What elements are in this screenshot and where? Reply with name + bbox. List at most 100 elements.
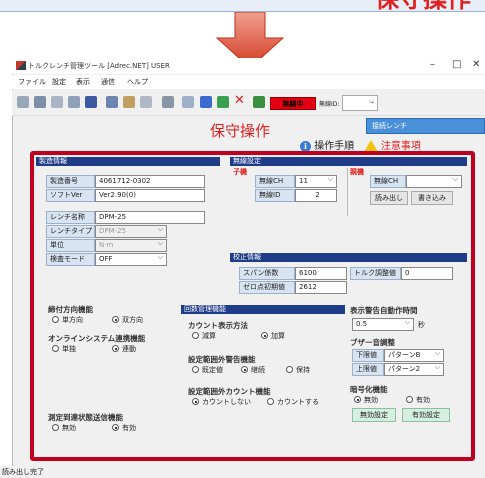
unit-label: 単位 — [46, 239, 95, 252]
lower-limit-label: 下限値 — [352, 349, 384, 362]
wireless-id-select[interactable]: - — [342, 94, 378, 111]
menu-help[interactable]: ヘルプ — [127, 77, 148, 87]
radio-bi-direction[interactable]: 双方向 — [112, 315, 143, 325]
radio-encrypt-off[interactable]: 無効 — [354, 395, 378, 405]
radio-add[interactable]: 加算 — [261, 331, 285, 341]
window-title: トルクレンチ管理ツール [Adrec.NET] USER — [28, 62, 170, 70]
parent-unit-label: 親機 — [350, 168, 364, 176]
read-button[interactable]: 読み出し — [370, 191, 408, 205]
upload-icon[interactable] — [217, 96, 229, 108]
user-icon[interactable] — [140, 96, 152, 108]
radio-icon — [52, 316, 59, 323]
serial-label: 製造番号 — [46, 175, 95, 188]
wireless-ch-label: 無線CH — [255, 175, 295, 188]
radio-linked[interactable]: 連動 — [112, 344, 136, 354]
zero-point-input[interactable]: 2612 — [295, 281, 347, 294]
wireless-id-input[interactable]: 2 — [295, 189, 337, 202]
upper-limit-label: 上限値 — [352, 363, 384, 376]
wrench-type-select[interactable]: DPM-25 — [95, 224, 167, 238]
wireless-id-field-label: 無線ID — [255, 189, 295, 202]
mfg-header: 製造情報 — [36, 157, 220, 166]
radio-icon — [286, 366, 293, 373]
list-icon[interactable] — [68, 96, 80, 108]
radio-selected-icon — [112, 316, 119, 323]
close-button[interactable]: ✕ — [472, 59, 480, 70]
enable-encryption-button[interactable]: 有効設定 — [402, 408, 450, 422]
wireless-ch-select[interactable]: 11 — [295, 174, 337, 188]
radio-icon — [406, 396, 413, 403]
seconds-unit: 秒 — [418, 321, 425, 329]
disable-encryption-button[interactable]: 無効設定 — [352, 408, 396, 422]
count-display-title: カウント表示方法 — [188, 321, 248, 330]
unit-select[interactable]: N·m — [95, 238, 167, 252]
menu-comm[interactable]: 通信 — [101, 77, 115, 87]
serial-value: 4061712-0302 — [95, 175, 205, 188]
count-mgmt-header: 回数管理機能 — [181, 305, 345, 314]
radio-encrypt-on[interactable]: 有効 — [406, 395, 430, 405]
radio-status-icon — [253, 96, 265, 108]
wrench-type-label: レンチタイプ — [46, 225, 95, 238]
menu-bar: ファイル 設定 表示 通信 ヘルプ — [12, 75, 485, 89]
info-icon: i — [300, 140, 311, 152]
span-label: スパン係数 — [239, 267, 295, 280]
parent-ch-select[interactable] — [406, 174, 462, 188]
minimize-button[interactable]: – — [430, 59, 435, 70]
radio-notify-off[interactable]: 無効 — [52, 423, 76, 433]
wrench-icon[interactable] — [162, 96, 174, 108]
status-bar: 読み出し完了 — [0, 466, 485, 478]
radio-icon — [52, 345, 59, 352]
radio-default[interactable]: 既定値 — [192, 365, 223, 375]
cancel-icon[interactable]: ✕ — [234, 94, 246, 107]
banner-title: 保守操作 — [375, 0, 471, 12]
radio-selected-icon — [241, 366, 248, 373]
radio-selected-icon — [261, 332, 268, 339]
wireless-active-indicator[interactable]: 無線中 — [270, 97, 316, 110]
display-warning-select[interactable]: 0.5 — [352, 317, 414, 331]
range-warning-title: 設定範囲外警告機能 — [188, 355, 256, 364]
radio-single-direction[interactable]: 単方向 — [52, 315, 83, 325]
radio-continue[interactable]: 継続 — [241, 365, 265, 375]
child-unit-label: 子機 — [233, 168, 247, 176]
maintenance-panel: 製造情報 製造番号 4061712-0302 ソフトVer Ver2.90(0)… — [30, 151, 475, 461]
key-icon[interactable] — [123, 96, 135, 108]
radio-do-count[interactable]: カウントする — [267, 397, 319, 407]
copy-icon[interactable] — [51, 96, 63, 108]
radio-no-count[interactable]: カウントしない — [192, 397, 251, 407]
signal-icon[interactable] — [182, 96, 194, 108]
encryption-title: 暗号化機能 — [350, 385, 388, 394]
span-input[interactable]: 6100 — [295, 267, 347, 280]
parent-ch-label: 無線CH — [370, 175, 406, 188]
chart-icon[interactable] — [106, 96, 118, 108]
book-icon[interactable] — [85, 96, 97, 108]
tighten-direction-title: 締付方向機能 — [48, 305, 93, 314]
radio-selected-icon — [354, 396, 361, 403]
menu-view[interactable]: 表示 — [76, 77, 90, 87]
radio-standalone[interactable]: 単独 — [52, 344, 76, 354]
radio-notify-on[interactable]: 有効 — [112, 423, 136, 433]
menu-settings[interactable]: 設定 — [52, 77, 66, 87]
wireless-id-label: 無線ID: — [319, 101, 340, 108]
lower-limit-select[interactable]: パターンB — [384, 348, 444, 362]
open-icon[interactable] — [17, 96, 29, 108]
maximize-button[interactable]: □ — [452, 59, 461, 70]
wrench-name-input[interactable]: DPM-25 — [95, 211, 205, 224]
radio-selected-icon — [112, 345, 119, 352]
display-warning-title: 表示警告自動作時間 — [350, 306, 418, 315]
check-mode-select[interactable]: OFF — [95, 252, 167, 266]
wrench-name-label: レンチ名称 — [46, 211, 95, 224]
radio-hold[interactable]: 保持 — [286, 365, 310, 375]
upper-limit-select[interactable]: パターン2 — [384, 362, 444, 376]
calibration-header: 校正情報 — [230, 253, 467, 262]
write-button[interactable]: 書き込み — [411, 191, 453, 205]
soft-ver-value: Ver2.90(0) — [95, 189, 205, 202]
save-icon[interactable] — [34, 96, 46, 108]
radio-icon — [192, 332, 199, 339]
connected-wrench-field[interactable]: 接続レンチ — [366, 118, 485, 134]
radio-subtract[interactable]: 減算 — [192, 331, 216, 341]
wireless-header: 無線設定 — [230, 157, 467, 166]
online-system-title: オンラインシステム連携機能 — [48, 334, 146, 343]
download-icon[interactable] — [200, 96, 212, 108]
menu-file[interactable]: ファイル — [18, 77, 46, 87]
check-mode-label: 検査モード — [46, 253, 95, 266]
torque-adjust-input[interactable]: 0 — [401, 267, 453, 280]
